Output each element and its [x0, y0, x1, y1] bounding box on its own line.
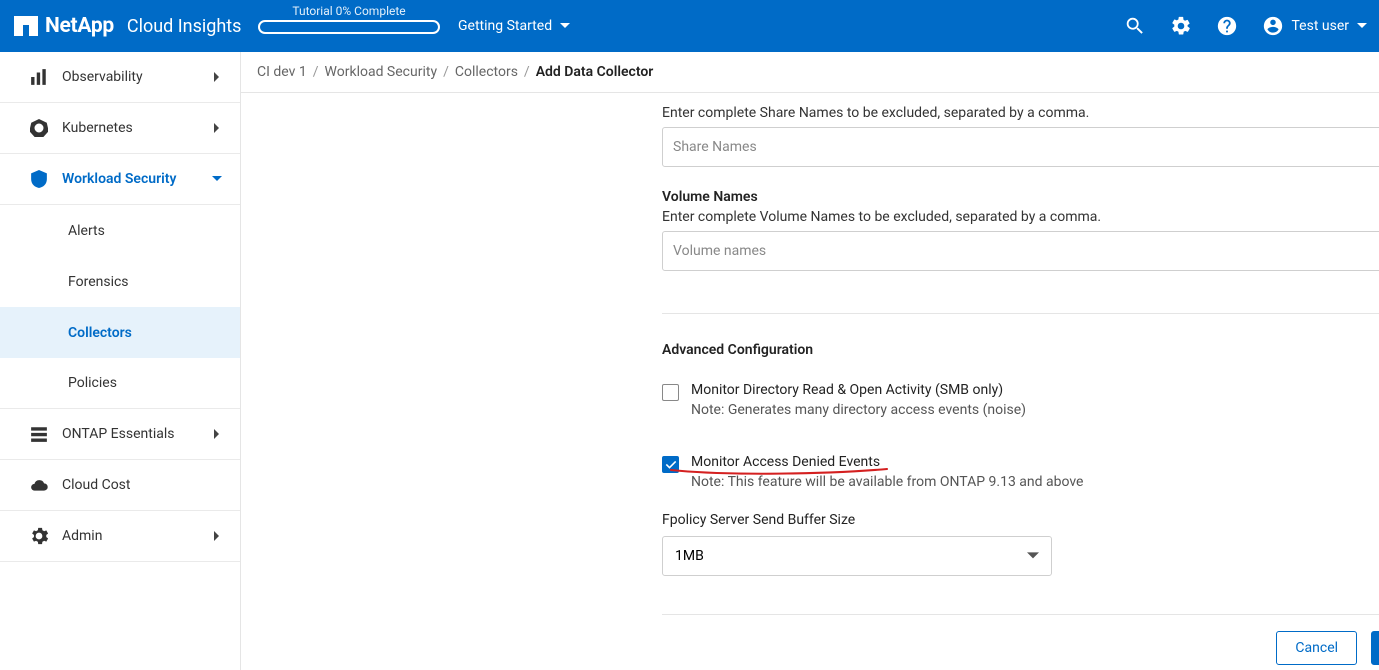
sidebar-subitem-collectors[interactable]: Collectors: [0, 307, 240, 358]
progress-bar: [258, 20, 440, 34]
chevron-down-icon: [212, 174, 222, 184]
volume-names-title: Volume Names: [662, 189, 1379, 205]
gear-icon[interactable]: [1170, 15, 1192, 37]
sidebar-subitem-policies[interactable]: Policies: [0, 358, 240, 409]
chevron-right-icon: [212, 531, 222, 541]
help-icon[interactable]: [1216, 15, 1238, 37]
bars-icon: [30, 68, 48, 86]
breadcrumb: CI dev 1 / Workload Security / Collector…: [241, 52, 1379, 93]
sidebar-item-cloud-cost[interactable]: Cloud Cost: [0, 460, 240, 511]
sidebar-item-label: Cloud Cost: [62, 477, 131, 493]
chevron-down-icon: [560, 21, 570, 31]
user-avatar-icon: [1262, 15, 1284, 37]
gear-icon: [30, 527, 48, 545]
sidebar-subitem-alerts[interactable]: Alerts: [0, 205, 240, 256]
advanced-config-title: Advanced Configuration: [662, 342, 1379, 358]
sidebar-item-label: Observability: [62, 69, 143, 85]
monitor-directory-checkbox[interactable]: [662, 384, 679, 401]
sidebar-item-label: Kubernetes: [62, 120, 133, 136]
main-content: CI dev 1 / Workload Security / Collector…: [241, 52, 1379, 670]
sidebar-item-label: Workload Security: [62, 171, 176, 187]
fpolicy-label: Fpolicy Server Send Buffer Size: [662, 512, 1379, 528]
netapp-logo-icon: [14, 16, 38, 36]
breadcrumb-root[interactable]: CI dev 1: [257, 64, 307, 80]
cloud-icon: [30, 476, 48, 494]
shield-icon: [30, 170, 48, 188]
app-header: NetApp Cloud Insights Tutorial 0% Comple…: [0, 0, 1379, 52]
volume-names-help: Enter complete Volume Names to be exclud…: [662, 209, 1379, 225]
sidebar-item-observability[interactable]: Observability: [0, 52, 240, 103]
chevron-right-icon: [212, 123, 222, 133]
chevron-right-icon: [212, 429, 222, 439]
chevron-down-icon: [1357, 21, 1367, 31]
sidebar-subitem-forensics[interactable]: Forensics: [0, 256, 240, 307]
sidebar-item-label: Admin: [62, 528, 102, 544]
stack-icon: [30, 425, 48, 443]
brand-name: NetApp: [45, 14, 114, 38]
sidebar-item-kubernetes[interactable]: Kubernetes: [0, 103, 240, 154]
sidebar: Observability Kubernetes Workload Securi…: [0, 52, 241, 670]
chevron-right-icon: [212, 72, 222, 82]
share-names-help: Enter complete Share Names to be exclude…: [662, 105, 1379, 121]
monitor-directory-row: Monitor Directory Read & Open Activity (…: [662, 382, 1379, 418]
fpolicy-buffer-value: 1MB: [675, 548, 704, 564]
share-names-input[interactable]: [662, 127, 1379, 167]
sidebar-item-workload-security[interactable]: Workload Security: [0, 154, 240, 205]
form-footer: Cancel Save: [662, 614, 1379, 665]
user-name: Test user: [1292, 18, 1350, 34]
monitor-access-denied-row: Monitor Access Denied Events Note: This …: [662, 454, 1379, 490]
search-icon[interactable]: [1124, 15, 1146, 37]
sidebar-item-label: ONTAP Essentials: [62, 426, 174, 442]
volume-names-input[interactable]: [662, 231, 1379, 271]
tutorial-label: Tutorial 0% Complete: [258, 4, 440, 18]
check-icon: [665, 459, 677, 471]
logo[interactable]: NetApp Cloud Insights: [14, 14, 241, 38]
save-button[interactable]: Save: [1371, 631, 1379, 665]
cancel-button[interactable]: Cancel: [1276, 631, 1357, 665]
monitor-directory-label: Monitor Directory Read & Open Activity (…: [691, 382, 1026, 398]
chevron-down-icon: [1027, 550, 1039, 562]
kubernetes-icon: [30, 119, 48, 137]
monitor-directory-note: Note: Generates many directory access ev…: [691, 402, 1026, 418]
getting-started-menu[interactable]: Getting Started: [458, 18, 570, 34]
breadcrumb-current: Add Data Collector: [536, 64, 654, 80]
getting-started-label: Getting Started: [458, 18, 552, 34]
sidebar-item-ontap-essentials[interactable]: ONTAP Essentials: [0, 409, 240, 460]
fpolicy-buffer-select[interactable]: 1MB: [662, 536, 1052, 576]
sidebar-item-admin[interactable]: Admin: [0, 511, 240, 562]
monitor-access-denied-checkbox[interactable]: [662, 456, 679, 473]
tutorial-progress[interactable]: Tutorial 0% Complete: [258, 4, 440, 34]
header-actions: Test user: [1124, 15, 1368, 37]
monitor-access-denied-label: Monitor Access Denied Events: [691, 454, 880, 470]
breadcrumb-item[interactable]: Workload Security: [325, 64, 438, 80]
breadcrumb-item[interactable]: Collectors: [455, 64, 518, 80]
monitor-access-denied-note: Note: This feature will be available fro…: [691, 474, 1083, 490]
user-menu[interactable]: Test user: [1262, 15, 1368, 37]
product-name: Cloud Insights: [127, 16, 242, 37]
